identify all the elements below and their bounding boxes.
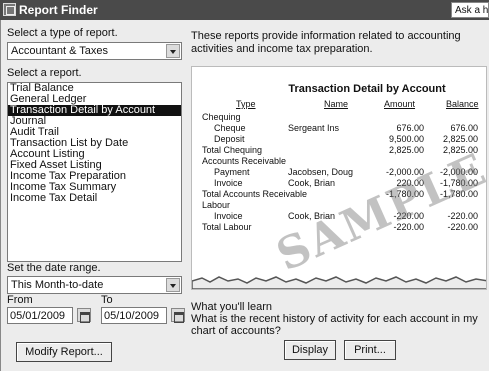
preview-row-type: Total Chequing [202,145,263,155]
preview-row-type: Labour [202,200,231,210]
preview-row-balance: 2,825.00 [442,134,478,144]
modify-report-button[interactable]: Modify Report... [16,342,112,362]
print-button[interactable]: Print... [344,340,396,360]
preview-row-amount: 676.00 [396,123,424,133]
report-list-label: Select a report. [7,67,82,79]
preview-row-type: Invoice [214,178,243,188]
torn-edge [192,276,486,289]
chevron-down-icon[interactable] [166,278,180,292]
learn-text: What is the recent history of activity f… [191,313,478,337]
date-range-select[interactable]: This Month-to-date [7,276,182,294]
preview-row-type: Accounts Receivable [202,156,287,166]
calendar-icon[interactable] [171,308,185,323]
preview-row-type: Deposit [214,134,245,144]
report-type-label: Select a type of report. [7,27,118,39]
report-type-value: Accountant & Taxes [11,45,109,57]
report-list-item[interactable]: Income Tax Detail [8,193,181,204]
to-date-field[interactable]: 05/10/2009 [101,307,167,324]
preview-header-balance: Balance [446,99,479,109]
from-date-value: 05/01/2009 [10,310,66,322]
chevron-down-icon[interactable] [166,44,180,58]
preview-row-name: Sergeant Ins [288,123,340,133]
report-list[interactable]: Trial Balance General Ledger Transaction D… [7,82,182,262]
date-range-value: This Month-to-date [11,279,104,291]
window-title: Report Finder [19,3,98,17]
preview-header-name: Name [324,99,349,109]
report-preview: Transaction Detail by Account Type Name … [191,66,487,290]
to-date-value: 05/10/2009 [104,310,160,322]
preview-row-type: Chequing [202,112,241,122]
learn-heading: What you'll learn [191,301,272,313]
ask-search-field[interactable]: Ask a he [451,2,489,18]
preview-row-name: Cook, Brian [288,178,336,188]
learn-section: What you'll learn What is the recent his… [191,301,487,337]
preview-row-type: Total Accounts Receivable [202,189,308,199]
calendar-icon[interactable] [77,308,91,323]
from-date-field[interactable]: 05/01/2009 [7,307,73,324]
preview-report-title: Transaction Detail by Account [288,83,446,95]
preview-row-amount: 2,825.00 [388,145,424,155]
preview-header-type: Type [236,99,256,109]
display-button[interactable]: Display [284,340,336,360]
title-bar: Report Finder Ask a he [0,0,489,20]
date-range-label: Set the date range. [7,262,101,274]
report-type-select[interactable]: Accountant & Taxes [7,42,182,60]
preview-row-amount: 9,500.00 [388,134,424,144]
preview-row-balance: 676.00 [450,123,478,133]
preview-row-type: Total Labour [202,222,252,232]
preview-row-balance: -220.00 [447,222,478,232]
report-finder-icon [3,3,16,16]
report-type-description: These reports provide information relate… [191,30,461,55]
preview-row-type: Cheque [214,123,246,133]
from-label: From [7,294,33,306]
preview-row-name: Jacobsen, Doug [288,167,354,177]
preview-header-amount: Amount [384,99,416,109]
preview-row-type: Invoice [214,211,243,221]
to-label: To [101,294,113,306]
report-finder-window: Select a type of report. Accountant & Ta… [0,20,489,371]
preview-row-type: Payment [214,167,250,177]
